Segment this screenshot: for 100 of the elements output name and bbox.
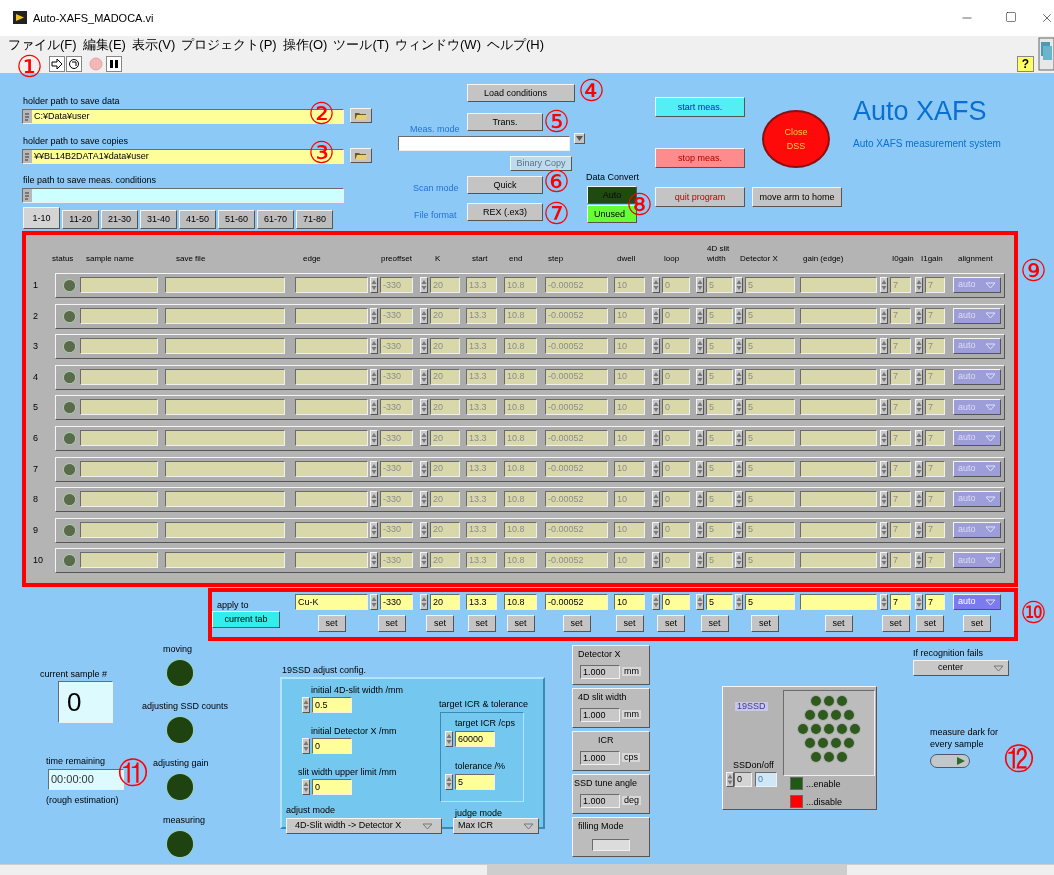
table-cell[interactable]	[295, 399, 368, 416]
spinner-arrows[interactable]	[420, 368, 428, 385]
table-cell[interactable]: 20	[430, 338, 460, 355]
input-field[interactable]: 0	[734, 772, 752, 787]
table-cell[interactable]: 5	[706, 277, 733, 293]
spinner-arrows[interactable]	[370, 430, 378, 446]
spinner-arrows[interactable]	[696, 368, 704, 385]
table-cell[interactable]: 10	[614, 594, 645, 610]
set-button[interactable]: set	[317, 615, 346, 632]
table-cell[interactable]	[800, 338, 877, 355]
action-button[interactable]: quit program	[655, 187, 745, 207]
menu-item[interactable]: 表示(V)	[131, 37, 176, 53]
table-cell[interactable]: 10	[614, 277, 645, 293]
tab[interactable]: 11-20	[62, 210, 99, 229]
table-cell[interactable]: -330	[380, 399, 413, 416]
spinner-arrows[interactable]	[420, 552, 428, 569]
table-cell[interactable]: 5	[706, 552, 733, 569]
table-cell[interactable]: 10.8	[504, 399, 537, 416]
table-cell[interactable]	[80, 552, 158, 569]
spinner-arrows[interactable]	[915, 277, 923, 293]
table-cell[interactable]: -0.00052	[545, 552, 608, 569]
table-cell[interactable]: 13.3	[466, 552, 497, 569]
spinner-arrows[interactable]	[880, 277, 888, 293]
set-button[interactable]: set	[562, 615, 591, 632]
spinner-arrows[interactable]	[880, 491, 888, 508]
table-cell[interactable]: 10.8	[504, 552, 537, 569]
table-cell[interactable]	[295, 338, 368, 355]
table-cell[interactable]: 7	[925, 491, 945, 508]
spinner-arrows[interactable]	[880, 368, 888, 385]
table-cell[interactable]: 7	[925, 399, 945, 416]
current-tab-button[interactable]: current tab	[212, 611, 280, 628]
input-field[interactable]: 5	[455, 774, 495, 790]
dropdown-button[interactable]	[574, 133, 585, 144]
load-button[interactable]: Load conditions	[467, 84, 575, 102]
spinner-arrows[interactable]	[370, 460, 378, 477]
spinner-arrows[interactable]	[735, 277, 743, 293]
spinner-arrows[interactable]	[445, 731, 453, 747]
table-cell[interactable]: 10	[614, 430, 645, 446]
set-button[interactable]: set	[963, 615, 991, 632]
spinner-arrows[interactable]	[915, 491, 923, 508]
spinner-arrows[interactable]	[420, 307, 428, 324]
table-cell[interactable]: 0	[662, 430, 690, 446]
spinner-arrows[interactable]	[735, 594, 743, 610]
table-cell[interactable]	[80, 430, 158, 446]
spinner-arrows[interactable]	[696, 307, 704, 324]
table-cell[interactable]: 13.3	[466, 491, 497, 508]
spinner-arrows[interactable]	[370, 594, 378, 610]
spinner-arrows[interactable]	[880, 521, 888, 538]
table-cell[interactable]: 5	[745, 594, 795, 610]
table-cell[interactable]: 20	[430, 491, 460, 508]
help-button[interactable]: ?	[1017, 56, 1034, 72]
spinner-arrows[interactable]	[696, 552, 704, 569]
table-cell[interactable]: 20	[430, 594, 460, 610]
table-cell[interactable]	[800, 552, 877, 569]
spinner-arrows[interactable]	[696, 338, 704, 355]
menu-item[interactable]: ヘルプ(H)	[486, 37, 544, 53]
spinner-arrows[interactable]	[735, 521, 743, 538]
table-cell[interactable]: 7	[925, 277, 945, 293]
spinner-arrows[interactable]	[735, 460, 743, 477]
close-icon[interactable]	[1040, 11, 1054, 25]
spinner-arrows[interactable]	[696, 491, 704, 508]
table-cell[interactable]: 0	[662, 491, 690, 508]
table-cell[interactable]: 5	[745, 552, 795, 569]
table-cell[interactable]	[295, 491, 368, 508]
table-cell[interactable]: 5	[745, 338, 795, 355]
table-cell[interactable]	[295, 552, 368, 569]
table-cell[interactable]: -0.00052	[545, 277, 608, 293]
table-cell[interactable]	[165, 277, 285, 293]
table-cell[interactable]	[165, 430, 285, 446]
dropdown[interactable]: Max ICR	[453, 818, 539, 834]
table-cell[interactable]: 13.3	[466, 594, 497, 610]
table-cell[interactable]	[165, 491, 285, 508]
table-cell[interactable]	[800, 430, 877, 446]
spinner-arrows[interactable]	[696, 594, 704, 610]
set-button[interactable]: set	[467, 615, 496, 632]
set-button[interactable]: set	[657, 615, 685, 632]
tab[interactable]: 61-70	[257, 210, 294, 229]
table-cell[interactable]: 0	[662, 552, 690, 569]
spinner-arrows[interactable]	[696, 460, 704, 477]
spinner-arrows[interactable]	[696, 277, 704, 293]
table-cell[interactable]	[80, 491, 158, 508]
tab[interactable]: 31-40	[140, 210, 177, 229]
browse-button[interactable]	[350, 108, 372, 123]
text-field[interactable]	[398, 136, 570, 151]
dropdown[interactable]: REX (.ex3)	[467, 203, 543, 221]
input-field[interactable]: 0	[312, 738, 352, 754]
spinner-arrows[interactable]	[880, 460, 888, 477]
table-cell[interactable]	[800, 594, 877, 610]
table-cell[interactable]: 5	[745, 277, 795, 293]
dropdown[interactable]: Quick	[467, 176, 543, 194]
table-cell[interactable]: 10.8	[504, 338, 537, 355]
table-cell[interactable]: 13.3	[466, 277, 497, 293]
table-cell[interactable]: 5	[706, 338, 733, 355]
spinner-arrows[interactable]	[915, 552, 923, 569]
table-cell[interactable]: 20	[430, 430, 460, 446]
table-cell[interactable]: 7	[890, 552, 911, 569]
table-cell[interactable]: -330	[380, 594, 413, 610]
spinner-arrows[interactable]	[915, 399, 923, 416]
spinner-arrows[interactable]	[420, 277, 428, 293]
set-button[interactable]: set	[377, 615, 406, 632]
